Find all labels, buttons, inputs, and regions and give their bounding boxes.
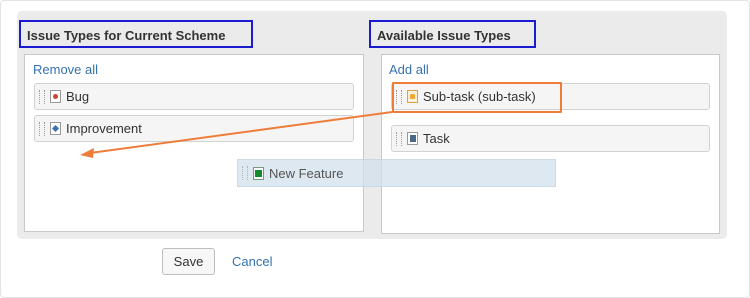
- save-button[interactable]: Save: [162, 248, 215, 275]
- current-scheme-title: Issue Types for Current Scheme: [19, 20, 253, 48]
- drag-handle-icon[interactable]: [39, 121, 45, 136]
- cancel-link[interactable]: Cancel: [232, 254, 272, 269]
- issue-type-item-bug[interactable]: Bug: [34, 83, 354, 110]
- bug-icon: [50, 90, 61, 103]
- remove-all-link[interactable]: Remove all: [33, 62, 98, 77]
- new-feature-icon: [253, 166, 264, 180]
- issue-type-label: Improvement: [66, 121, 142, 136]
- task-icon: [407, 132, 418, 145]
- issue-type-label: Task: [423, 131, 450, 146]
- issue-type-label: Bug: [66, 89, 90, 104]
- issue-type-item-improvement[interactable]: Improvement: [34, 115, 354, 142]
- issue-type-item-task[interactable]: Task: [391, 125, 710, 152]
- issue-type-label: New Feature: [269, 165, 344, 181]
- drag-handle-icon[interactable]: [396, 131, 402, 146]
- drag-handle-icon[interactable]: [242, 166, 248, 180]
- improvement-icon: [50, 122, 61, 135]
- dragging-issue-type-new-feature[interactable]: New Feature: [237, 159, 556, 187]
- drag-handle-icon[interactable]: [39, 89, 45, 104]
- highlight-annotation-box: [392, 82, 562, 113]
- available-issue-types-title: Available Issue Types: [369, 20, 536, 48]
- current-scheme-list[interactable]: [24, 54, 364, 232]
- add-all-link[interactable]: Add all: [389, 62, 429, 77]
